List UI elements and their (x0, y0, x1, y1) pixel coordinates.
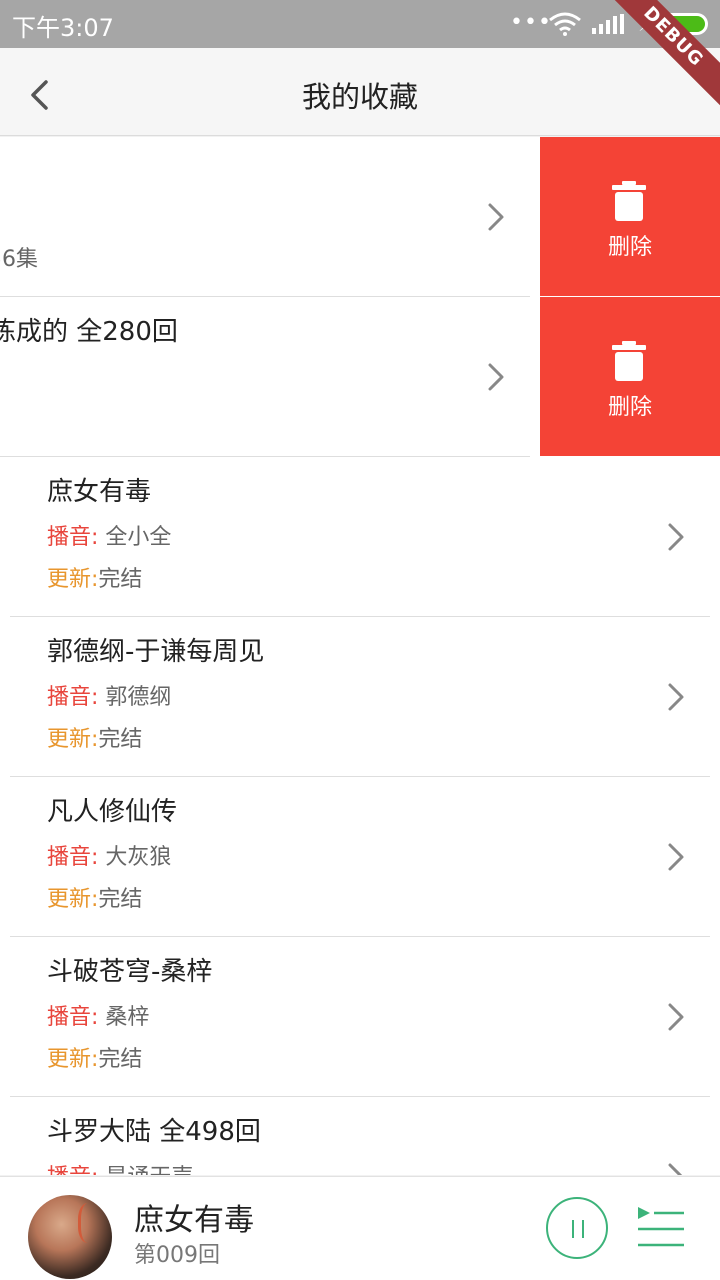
favorites-list: 音 2356集 删除 炼成的 全280回 删除 庶女有毒 播音: 全小全 更新:… (0, 137, 720, 1175)
delete-label: 删除 (607, 235, 652, 260)
anchor-value: 全小全 (105, 525, 172, 550)
chevron-right-icon (488, 363, 504, 391)
chevron-right-icon (668, 1163, 683, 1175)
anchor-value: 郭德纲 (105, 685, 172, 710)
update-value: 完结 (98, 1047, 143, 1072)
page-title: 我的收藏 (301, 80, 418, 114)
mini-player[interactable]: 庶女有毒 第009回 (0, 1176, 720, 1280)
update-value: 完结 (98, 567, 143, 592)
trash-icon (612, 181, 646, 221)
anchor-label: 播音: (47, 685, 99, 710)
delete-button[interactable]: 删除 (540, 297, 720, 456)
pause-button[interactable] (546, 1197, 608, 1259)
status-time: 下午3:07 (12, 14, 114, 42)
chevron-right-icon (668, 683, 684, 711)
more-dots-icon: ••• (510, 10, 552, 35)
list-item[interactable]: 凡人修仙传 播音: 大灰狼 更新:完结 (10, 777, 710, 937)
anchor-label: 播音: (47, 1005, 99, 1030)
anchor-value: 大灰狼 (105, 845, 172, 870)
player-title: 庶女有毒 (134, 1203, 254, 1238)
list-item-title: 郭德纲-于谦每周见 (47, 637, 265, 667)
list-item-title: 炼成的 全280回 (0, 317, 178, 347)
list-item-title: 斗破苍穹-桑梓 (47, 957, 213, 987)
update-value: 完结 (98, 887, 143, 912)
update-label: 更新: (47, 567, 99, 592)
anchor-label: 播音: (47, 525, 99, 550)
chevron-right-icon (668, 1003, 684, 1031)
chevron-right-icon (488, 203, 504, 231)
trash-icon (612, 341, 646, 381)
delete-label: 删除 (607, 395, 652, 420)
list-item[interactable]: 音 2356集 (0, 137, 530, 297)
chevron-right-icon (668, 523, 684, 551)
anchor-label: 播音: (47, 1165, 98, 1175)
update-label: 更新: (47, 727, 99, 752)
playlist-icon[interactable] (636, 1203, 686, 1251)
list-item-title: 庶女有毒 (47, 477, 152, 507)
pause-icon (572, 1220, 574, 1238)
status-bar: 下午3:07 ••• ⚡ (0, 0, 720, 48)
anchor-label: 播音: (47, 845, 99, 870)
list-item-title: 斗罗大陆 全498回 (47, 1117, 261, 1147)
list-item[interactable]: 斗破苍穹-桑梓 播音: 桑梓 更新:完结 (10, 937, 710, 1097)
anchor-value: 是诵天声 (105, 1165, 193, 1175)
list-item-update: 2356集 (0, 247, 38, 272)
list-item[interactable]: 炼成的 全280回 (0, 297, 530, 457)
app-bar: 我的收藏 (0, 48, 720, 136)
list-item[interactable]: 郭德纲-于谦每周见 播音: 郭德纲 更新:完结 (10, 617, 710, 777)
cover-avatar[interactable] (28, 1195, 112, 1279)
signal-icon (592, 14, 624, 34)
delete-button[interactable]: 删除 (540, 137, 720, 296)
update-label: 更新: (47, 1047, 99, 1072)
list-item[interactable]: 斗罗大陆 全498回 播音: 是诵天声 (10, 1097, 710, 1175)
player-episode: 第009回 (134, 1243, 220, 1268)
update-label: 更新: (47, 887, 99, 912)
list-item[interactable]: 庶女有毒 播音: 全小全 更新:完结 (10, 457, 710, 617)
chevron-right-icon (668, 843, 684, 871)
anchor-value: 桑梓 (105, 1005, 150, 1030)
update-value: 完结 (98, 727, 143, 752)
wifi-icon (549, 12, 581, 36)
list-item-title: 凡人修仙传 (47, 797, 178, 827)
